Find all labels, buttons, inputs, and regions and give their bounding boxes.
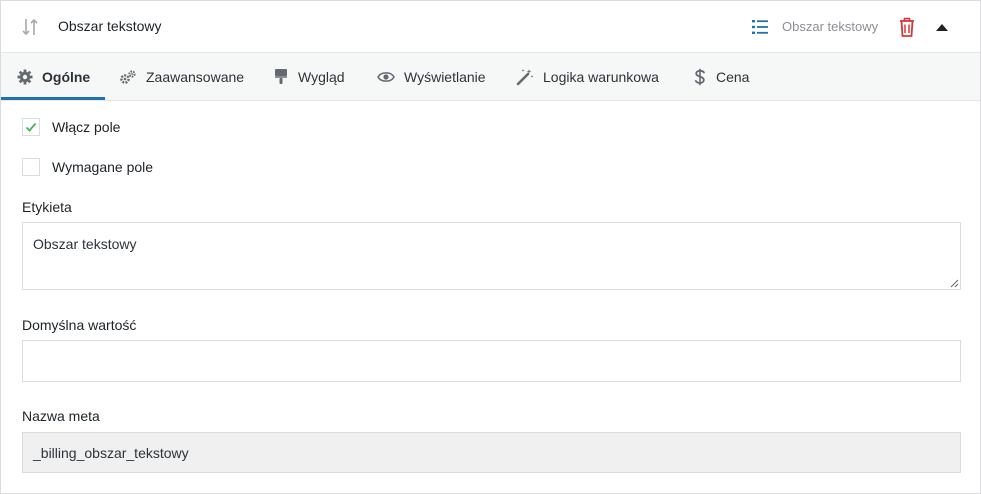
tab-label: Wyświetlanie <box>404 68 486 85</box>
enable-field-checkbox[interactable] <box>22 118 40 136</box>
tab-display[interactable]: Wyświetlanie <box>377 53 486 100</box>
list-icon <box>752 20 768 34</box>
meta-name-label: Nazwa meta <box>22 408 100 424</box>
tab-conditional-logic[interactable]: Logika warunkowa <box>516 53 659 100</box>
field-header[interactable]: Obszar tekstowy Obszar tekstowy <box>1 1 980 53</box>
gear-icon <box>17 69 33 84</box>
checkmark-icon <box>25 122 37 132</box>
field-type-label: Obszar tekstowy <box>782 19 879 34</box>
field-panel: Obszar tekstowy Obszar tekstowy Ogólne Z… <box>0 0 981 494</box>
tab-label: Cena <box>716 68 750 85</box>
tab-label: Zaawansowane <box>146 68 245 85</box>
tab-appearance[interactable]: Wygląd <box>273 53 345 100</box>
meta-name-input[interactable]: _billing_obszar_tekstowy <box>22 432 961 473</box>
sort-arrows-icon[interactable] <box>21 17 39 37</box>
meta-name-value: _billing_obszar_tekstowy <box>33 444 189 461</box>
tab-label: Wygląd <box>298 68 345 85</box>
required-field-row: Wymagane pole <box>22 158 153 176</box>
trash-icon[interactable] <box>897 16 917 38</box>
default-value-label: Domyślna wartość <box>22 317 137 333</box>
tab-general[interactable]: Ogólne <box>1 53 105 100</box>
caret-up-icon[interactable] <box>933 19 951 35</box>
required-field-checkbox[interactable] <box>22 158 40 176</box>
tab-label: Logika warunkowa <box>543 68 659 85</box>
tab-advanced[interactable]: Zaawansowane <box>119 53 244 100</box>
label-textarea[interactable]: Obszar tekstowy <box>22 222 961 290</box>
enable-field-row: Włącz pole <box>22 118 120 136</box>
eye-icon <box>377 71 395 82</box>
label-field-label: Etykieta <box>22 199 72 215</box>
gears-icon <box>120 69 136 84</box>
paint-brush-icon <box>275 69 287 84</box>
enable-field-label: Włącz pole <box>52 119 121 135</box>
default-value-input[interactable] <box>22 340 961 382</box>
tab-label: Ogólne <box>42 68 91 85</box>
tab-price[interactable]: Cena <box>693 53 749 100</box>
magic-wand-icon <box>516 68 534 85</box>
resize-handle-icon[interactable] <box>949 278 959 288</box>
dollar-icon <box>694 68 705 85</box>
tab-bar: Ogólne Zaawansowane Wygląd Wyświetlanie … <box>1 53 980 101</box>
required-field-label: Wymagane pole <box>52 159 154 175</box>
label-textarea-value: Obszar tekstowy <box>33 236 137 252</box>
field-title: Obszar tekstowy <box>58 18 162 34</box>
